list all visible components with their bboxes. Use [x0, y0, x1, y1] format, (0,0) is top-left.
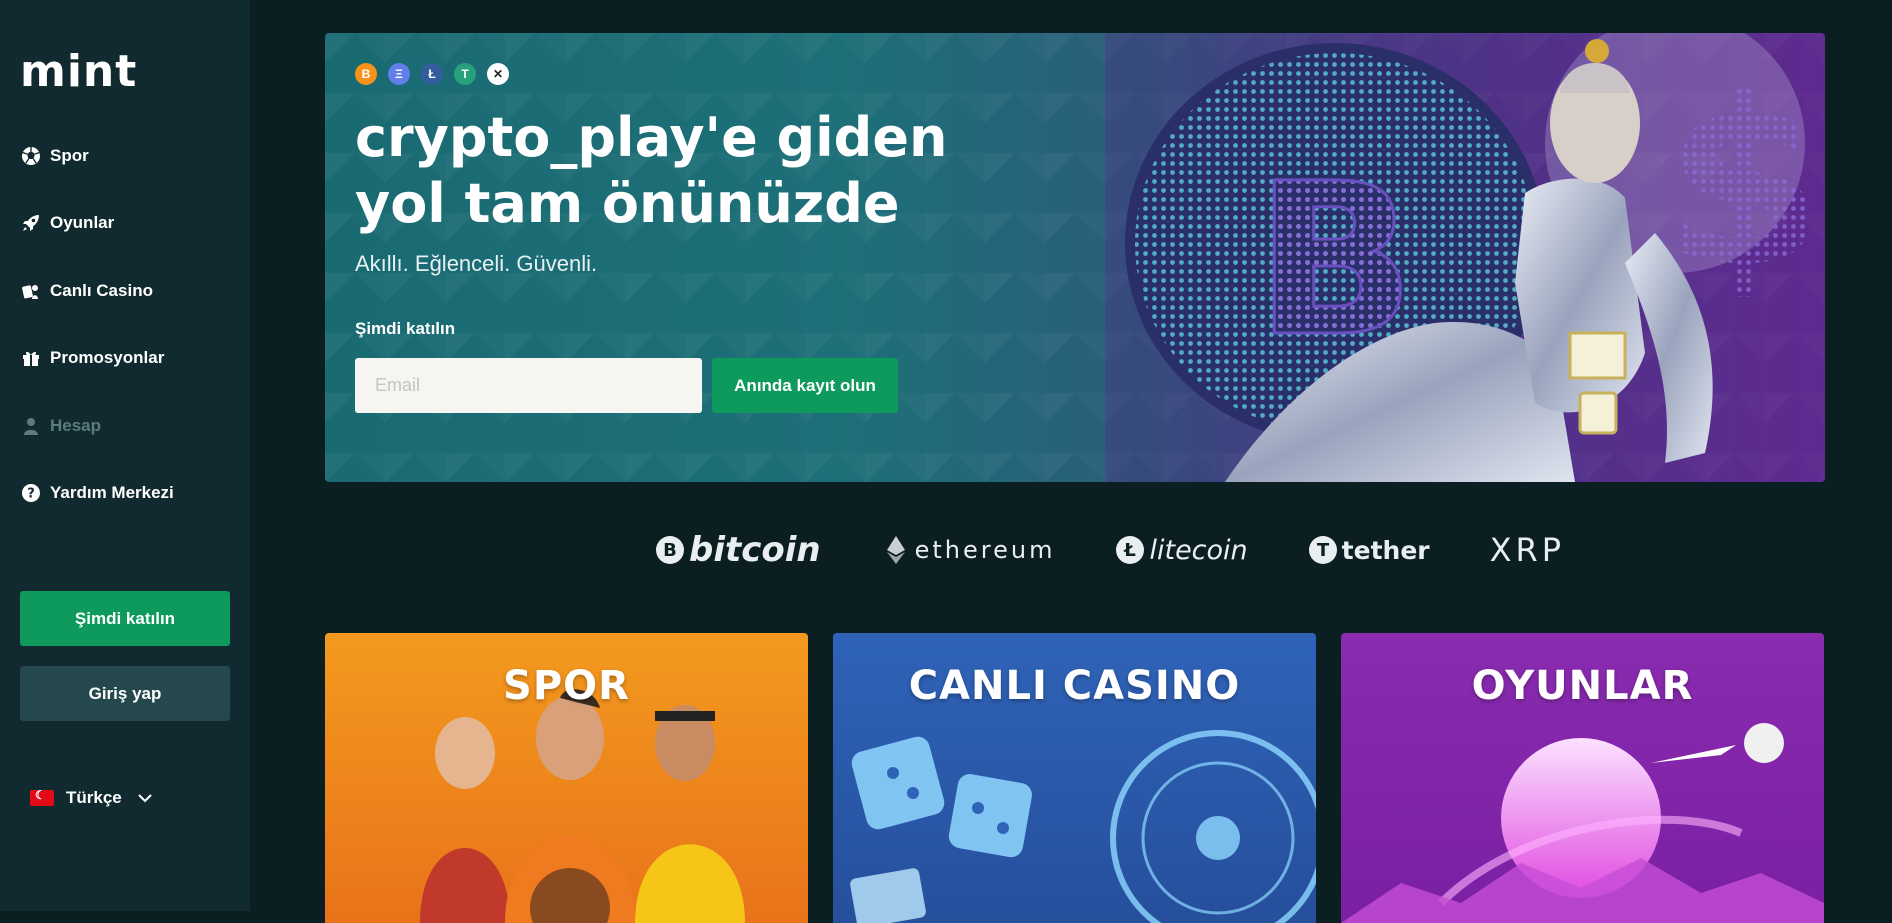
litecoin-label: litecoin [1149, 534, 1248, 566]
svg-text:?: ? [27, 487, 35, 502]
ethereum-icon [886, 536, 905, 564]
turkey-flag-icon [30, 788, 54, 806]
card-title-canli-casino: CANLI CASINO [908, 663, 1241, 709]
category-card-oyunlar[interactable]: OYUNLAR [1341, 633, 1824, 923]
sidebar-item-label: Yardım Merkezi [50, 483, 174, 503]
dealer-icon [20, 280, 42, 302]
xrp-coin-icon: ✕ [487, 63, 509, 85]
bitcoin-brand: B bitcoin [655, 530, 821, 570]
sidebar-item-label: Canlı Casino [50, 280, 153, 300]
litecoin-coin-icon: Ł [421, 63, 443, 85]
sidebar: mint Spor Oyunlar Canlı Casino Promosyon… [0, 0, 250, 911]
tether-icon: T [1308, 536, 1337, 564]
tether-coin-icon: T [454, 63, 476, 85]
hero-join-label: Şimdi katılın [355, 319, 456, 338]
bitcoin-coin-icon: B [355, 63, 377, 85]
hero-title-line2: yol tam önünüzde [355, 172, 900, 235]
rocket-icon [20, 212, 42, 234]
sidebar-item-label: Spor [50, 145, 89, 165]
category-card-canli-casino[interactable]: CANLI CASINO [833, 633, 1316, 923]
register-button[interactable]: Anında kayıt olun [712, 358, 898, 413]
sidebar-item-hesap[interactable]: Hesap [0, 392, 250, 460]
xrp-brand: XRP [1490, 531, 1565, 569]
hero-title: crypto_play'e giden yol tam önünüzde [355, 105, 975, 237]
sidebar-item-promosyonlar[interactable]: Promosyonlar [0, 325, 250, 393]
svg-text:B: B [663, 540, 677, 561]
sidebar-item-spor[interactable]: Spor [0, 122, 250, 190]
email-field[interactable] [355, 358, 702, 413]
sidebar-item-canli-casino[interactable]: Canlı Casino [0, 257, 250, 325]
svg-text:T: T [1317, 540, 1330, 561]
bitcoin-icon: B [656, 536, 684, 564]
crypto-coin-icons: B Ξ Ł T ✕ [355, 63, 509, 85]
tether-label: tether [1341, 535, 1430, 565]
sidebar-item-label: Hesap [50, 415, 102, 435]
hero-illustration: B $ [1105, 33, 1825, 482]
ethereum-coin-icon: Ξ [388, 63, 410, 85]
ethereum-label: ethereum [914, 536, 1056, 564]
litecoin-brand: Ł litecoin [1115, 534, 1248, 566]
xrp-label: XRP [1489, 531, 1566, 569]
hero-title-line1: crypto_play'e giden [355, 106, 948, 169]
language-selector[interactable]: Türkçe [30, 788, 154, 808]
gift-icon [20, 347, 42, 369]
mint-logo[interactable]: mint [20, 50, 137, 94]
login-button[interactable]: Giriş yap [20, 666, 230, 721]
ethereum-brand: ethereum [881, 535, 1056, 565]
help-icon: ? [20, 482, 42, 504]
svg-text:Ł: Ł [1124, 540, 1137, 561]
card-title-spor: SPOR [503, 663, 630, 709]
user-icon [20, 415, 42, 437]
sidebar-item-label: Oyunlar [50, 213, 115, 233]
category-card-spor[interactable]: SPOR [325, 633, 808, 923]
sidebar-item-yardim-merkezi[interactable]: ? Yardım Merkezi [0, 460, 250, 528]
hero-subtitle: Akıllı. Eğlenceli. Güvenli. [355, 251, 598, 276]
tether-brand: T tether [1308, 535, 1430, 565]
hero-banner: B $ B Ξ Ł T ✕ crypto_play'e giden yol ta… [325, 33, 1825, 482]
crypto-brands-row: B bitcoin ethereum Ł litecoin T tether X… [655, 530, 1625, 570]
sidebar-item-label: Promosyonlar [50, 348, 165, 368]
litecoin-icon: Ł [1116, 536, 1145, 564]
join-button[interactable]: Şimdi katılın [20, 591, 230, 646]
soccer-ball-icon [20, 145, 42, 167]
language-label: Türkçe [66, 788, 122, 807]
chevron-down-icon [138, 794, 152, 803]
bitcoin-label: bitcoin [689, 530, 821, 570]
card-title-oyunlar: OYUNLAR [1471, 663, 1694, 709]
svg-text:$: $ [1665, 51, 1825, 318]
sidebar-nav: Spor Oyunlar Canlı Casino Promosyonlar H… [0, 122, 250, 527]
sidebar-item-oyunlar[interactable]: Oyunlar [0, 190, 250, 258]
